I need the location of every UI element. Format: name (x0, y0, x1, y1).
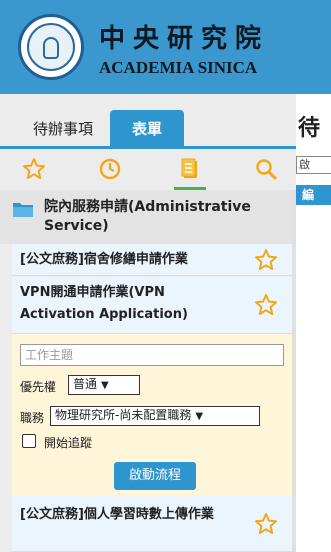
item-label: [公文庶務]宿舍修繕申請作業 (20, 252, 188, 267)
priority-label: 優先權 (20, 380, 57, 394)
page-title: 待 (298, 116, 321, 141)
icon-toolbar (0, 149, 296, 190)
category-row[interactable]: 院內服務申請(Administrative Service) (0, 190, 296, 244)
start-process-button[interactable]: 啟動流程 (114, 462, 196, 490)
star-icon[interactable] (22, 157, 46, 181)
main-panel: 待 啟 編 (296, 94, 331, 552)
item-label: [公文庶務]個人學習時數上傳作業 (20, 507, 214, 522)
subject-input[interactable] (20, 344, 284, 366)
job-select[interactable]: 物理研究所-尚未配置職務 ▼ (50, 406, 260, 426)
chevron-down-icon: ▼ (195, 411, 204, 422)
category-label: 院內服務申請(Administrative Service) (44, 199, 251, 234)
track-checkbox[interactable] (22, 434, 36, 448)
search-icon[interactable] (254, 157, 278, 181)
favorite-star-icon[interactable] (254, 248, 278, 272)
track-label: 開始追蹤 (44, 436, 93, 450)
list-item-expanded-header[interactable]: VPN開通申請作業(VPN Activation Application) (12, 277, 292, 334)
tab-bar: 待辦事項 表單 (0, 94, 296, 149)
list-item[interactable]: [公文庶務]宿舍修繕申請作業 (12, 244, 292, 276)
clock-icon[interactable] (98, 157, 122, 181)
page: 中央研究院 ACADEMIA SINICA 待辦事項 表單 院內服務申請(Adm… (0, 0, 331, 552)
org-name-english: ACADEMIA SINICA (99, 58, 258, 77)
priority-select[interactable]: 普通 ▼ (68, 375, 140, 395)
favorite-star-icon[interactable] (254, 512, 278, 536)
item-label: VPN開通申請作業(VPN Activation Application) (20, 285, 188, 322)
chevron-down-icon: ▼ (101, 380, 109, 391)
section-bar: 編 (296, 185, 331, 205)
academia-sinica-logo (18, 14, 84, 80)
launch-form-panel: 優先權 普通▼ 職務 物理研究所-尚未配置職務▼ 開始追蹤 啟動流程 (12, 334, 292, 496)
tab-todo[interactable]: 待辦事項 (18, 110, 108, 148)
job-value: 物理研究所-尚未配置職務 (55, 408, 192, 422)
favorite-star-icon[interactable] (254, 293, 278, 317)
tab-forms[interactable]: 表單 (110, 110, 184, 148)
document-icon[interactable] (178, 157, 202, 181)
priority-value: 普通 (73, 377, 98, 391)
sidebar: 待辦事項 表單 院內服務申請(Administrative Service) [… (0, 94, 296, 552)
org-name-chinese: 中央研究院 (99, 24, 270, 54)
header: 中央研究院 ACADEMIA SINICA (0, 0, 331, 94)
job-label: 職務 (20, 411, 45, 425)
main-field[interactable]: 啟 (296, 156, 331, 174)
folder-icon (13, 203, 33, 217)
list-item[interactable]: [公文庶務]個人學習時數上傳作業 (12, 496, 292, 552)
